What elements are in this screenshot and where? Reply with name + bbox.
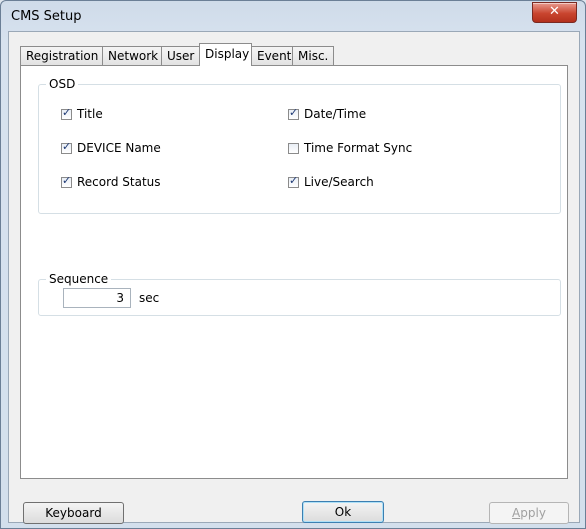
osd-group-label: OSD xyxy=(46,77,79,91)
record-status-checkbox-label: Record Status xyxy=(77,175,161,189)
close-icon: ✕ xyxy=(549,4,560,19)
tab-misc[interactable]: Misc. xyxy=(292,46,334,65)
time-format-sync-checkbox[interactable] xyxy=(288,142,299,154)
live-search-checkbox-label: Live/Search xyxy=(304,175,374,189)
check-mark-icon: ✓ xyxy=(62,139,72,153)
sequence-unit-label: sec xyxy=(139,291,160,305)
tab-registration[interactable]: Registration xyxy=(20,46,103,65)
check-mark-icon: ✓ xyxy=(62,105,72,119)
live-search-checkbox[interactable]: ✓ xyxy=(288,173,299,188)
tab-display[interactable]: Display xyxy=(199,43,252,66)
tab-event[interactable]: Event xyxy=(251,46,293,65)
tab-user[interactable]: User xyxy=(161,46,200,65)
dialog-body: Registration Network User Display Event … xyxy=(8,31,580,524)
cms-setup-window: CMS Setup ✕ Registration Network User Di… xyxy=(0,0,586,529)
sequence-group: Sequence 3 sec xyxy=(38,272,561,316)
tab-network[interactable]: Network xyxy=(102,46,162,65)
check-mark-icon: ✓ xyxy=(289,105,299,119)
check-mark-icon: ✓ xyxy=(289,173,299,187)
datetime-checkbox-row[interactable]: ✓ Date/Time xyxy=(288,105,367,121)
sequence-seconds-input[interactable]: 3 xyxy=(63,288,131,308)
time-format-sync-checkbox-row[interactable]: Time Format Sync xyxy=(288,141,412,155)
device-name-checkbox-row[interactable]: ✓ DEVICE Name xyxy=(61,139,161,155)
title-checkbox[interactable]: ✓ xyxy=(61,105,72,120)
display-tab-panel: OSD ✓ Title ✓ Date/Time ✓ DEVICE Name Ti… xyxy=(20,65,568,479)
title-checkbox-row[interactable]: ✓ Title xyxy=(61,105,103,121)
datetime-checkbox-label: Date/Time xyxy=(304,107,367,121)
record-status-checkbox[interactable]: ✓ xyxy=(61,173,72,188)
ok-button[interactable]: Ok xyxy=(302,501,384,523)
device-name-checkbox-label: DEVICE Name xyxy=(77,141,161,155)
osd-group: OSD ✓ Title ✓ Date/Time ✓ DEVICE Name Ti… xyxy=(38,77,561,214)
apply-label-rest: pply xyxy=(520,506,546,520)
apply-button[interactable]: Apply xyxy=(489,502,569,524)
device-name-checkbox[interactable]: ✓ xyxy=(61,139,72,154)
close-button[interactable]: ✕ xyxy=(532,2,577,23)
title-checkbox-label: Title xyxy=(77,107,103,121)
sequence-group-label: Sequence xyxy=(46,272,112,286)
check-mark-icon: ✓ xyxy=(62,173,72,187)
time-format-sync-checkbox-label: Time Format Sync xyxy=(304,141,413,155)
window-title: CMS Setup xyxy=(11,9,82,24)
datetime-checkbox[interactable]: ✓ xyxy=(288,105,299,120)
record-status-checkbox-row[interactable]: ✓ Record Status xyxy=(61,173,161,189)
live-search-checkbox-row[interactable]: ✓ Live/Search xyxy=(288,173,374,189)
keyboard-button[interactable]: Keyboard xyxy=(23,502,124,524)
title-bar[interactable]: CMS Setup ✕ xyxy=(1,1,585,31)
